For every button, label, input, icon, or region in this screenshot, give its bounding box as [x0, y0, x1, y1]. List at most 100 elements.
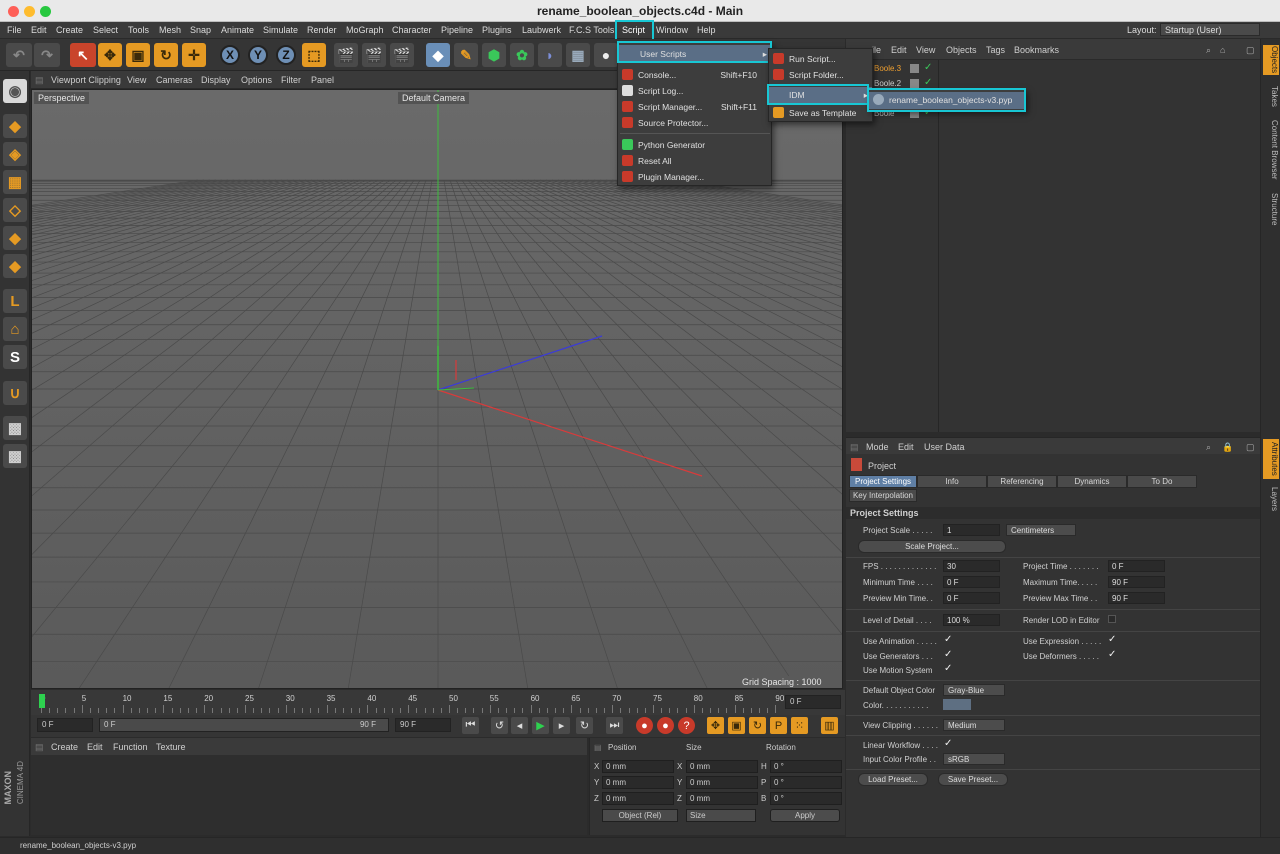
object-visibility-icon[interactable]	[910, 79, 919, 88]
coordinate-system-icon[interactable]: ⬚	[302, 43, 326, 67]
snapping-icon[interactable]: ∪	[3, 381, 27, 405]
apply-button[interactable]: Apply	[770, 809, 840, 822]
menu-select[interactable]: Select	[93, 25, 118, 35]
tab-info[interactable]: Info	[917, 475, 987, 488]
viewport-menu-display[interactable]: Display	[201, 75, 231, 85]
recent-tool-icon[interactable]: ✛	[182, 43, 206, 67]
menu-item-run-script[interactable]: Run Script...	[769, 51, 872, 67]
next-key-icon[interactable]: ↻	[576, 717, 593, 734]
key-pla-icon[interactable]: ⁙	[791, 717, 808, 734]
camera-label[interactable]: Default Camera	[398, 92, 470, 104]
workplane-mode-icon[interactable]: ▦	[3, 170, 27, 194]
object-name[interactable]: Boole.2	[874, 79, 901, 88]
texture-mode-icon[interactable]: ◈	[3, 142, 27, 166]
menu-file[interactable]: File	[7, 25, 22, 35]
menu-character[interactable]: Character	[392, 25, 432, 35]
timeline-ruler[interactable]: 051015202530354045505560657075808590 0 F	[31, 690, 845, 715]
tab-to-do[interactable]: To Do	[1127, 475, 1197, 488]
y-axis-toggle[interactable]: Y	[246, 43, 270, 67]
key-position-icon[interactable]: ✥	[707, 717, 724, 734]
attr-new-window-icon[interactable]: ▢	[1246, 442, 1255, 453]
fps-field[interactable]: 30	[943, 560, 1000, 572]
menu-mograph[interactable]: MoGraph	[346, 25, 384, 35]
linear-workflow-checkbox[interactable]: ✓	[944, 739, 954, 749]
preview-max-field[interactable]: 90 F	[1108, 592, 1165, 604]
menu-item-save-as-template[interactable]: Save as Template	[769, 105, 872, 121]
menu-help[interactable]: Help	[697, 25, 716, 35]
pen-spline-icon[interactable]: ✎	[454, 43, 478, 67]
redo-button[interactable]: ↷	[34, 43, 60, 67]
material-menu-create[interactable]: Create	[51, 742, 78, 752]
tab-referencing[interactable]: Referencing	[987, 475, 1057, 488]
go-to-start-icon[interactable]: ⏮	[462, 717, 479, 734]
viewport-menu-panel[interactable]: Panel	[311, 75, 334, 85]
menu-fcs-tools[interactable]: F.C.S Tools	[569, 25, 614, 35]
color-swatch[interactable]	[943, 699, 971, 710]
key-rotation-icon[interactable]: ↻	[749, 717, 766, 734]
move-tool-icon[interactable]: ✥	[98, 43, 122, 67]
z-axis-toggle[interactable]: Z	[274, 43, 298, 67]
default-color-dropdown[interactable]: Gray-Blue	[943, 684, 1005, 696]
object-enabled-check-icon[interactable]: ✓	[924, 62, 932, 73]
object-menu-objects[interactable]: Objects	[946, 45, 977, 55]
menu-snap[interactable]: Snap	[190, 25, 211, 35]
menu-simulate[interactable]: Simulate	[263, 25, 298, 35]
key-scale-icon[interactable]: ▣	[728, 717, 745, 734]
menu-tools[interactable]: Tools	[128, 25, 149, 35]
points-mode-icon[interactable]: ◇	[3, 198, 27, 222]
solo-mode-icon[interactable]: S	[3, 345, 27, 369]
min-time-field[interactable]: 0 F	[943, 576, 1000, 588]
playhead[interactable]	[39, 694, 45, 708]
tab-objects[interactable]: Objects	[1263, 45, 1279, 75]
range-slider[interactable]: 0 F 90 F	[99, 718, 389, 732]
live-selection-icon[interactable]: ↖	[70, 43, 96, 67]
attr-lock-icon[interactable]: 🔒	[1222, 442, 1233, 453]
object-home-icon[interactable]: ⌂	[1220, 45, 1225, 55]
menu-plugins[interactable]: Plugins	[482, 25, 512, 35]
menu-item-script-manager[interactable]: Script Manager... Shift+F11	[618, 99, 771, 115]
material-menu-function[interactable]: Function	[113, 742, 148, 752]
make-editable-icon[interactable]: ◉	[3, 79, 27, 103]
viewport-menu-cameras[interactable]: Cameras	[156, 75, 193, 85]
object-menu-bookmarks[interactable]: Bookmarks	[1014, 45, 1059, 55]
tab-takes[interactable]: Takes	[1263, 83, 1279, 109]
input-profile-dropdown[interactable]: sRGB	[943, 753, 1005, 765]
object-new-window-icon[interactable]: ▢	[1246, 45, 1255, 56]
menu-mesh[interactable]: Mesh	[159, 25, 181, 35]
axis-mode-icon[interactable]: L	[3, 289, 27, 313]
scale-project-button[interactable]: Scale Project...	[858, 540, 1006, 553]
tab-attributes[interactable]: Attributes	[1263, 439, 1279, 479]
lod-field[interactable]: 100 %	[943, 614, 1000, 626]
play-icon[interactable]: ▶	[532, 717, 549, 734]
rotate-tool-icon[interactable]: ↻	[154, 43, 178, 67]
object-search-icon[interactable]: ⌕	[1206, 45, 1211, 56]
attr-search-icon[interactable]: ⌕	[1206, 442, 1211, 453]
use-expression-checkbox[interactable]: ✓	[1108, 635, 1118, 645]
render-settings-icon[interactable]: 🎬	[390, 43, 414, 67]
menu-item-python-generator[interactable]: Python Generator	[618, 137, 771, 153]
viewport-menu-clipping[interactable]: Viewport Clipping	[51, 75, 121, 85]
menu-item-script-log[interactable]: Script Log...	[618, 83, 771, 99]
tab-structure[interactable]: Structure	[1263, 189, 1279, 229]
pos-x-field[interactable]: 0 mm	[602, 760, 674, 773]
menu-animate[interactable]: Animate	[221, 25, 254, 35]
menu-edit[interactable]: Edit	[31, 25, 47, 35]
view-clipping-dropdown[interactable]: Medium	[943, 719, 1005, 731]
workplane-lock-icon[interactable]: ▩	[3, 416, 27, 440]
viewport-menu-options[interactable]: Options	[241, 75, 272, 85]
project-scale-field[interactable]: 1	[943, 524, 1000, 536]
material-manager-area[interactable]	[31, 755, 587, 835]
size-y-field[interactable]: 0 mm	[686, 776, 758, 789]
object-row-boole-3[interactable]: Boole.3 ✓	[846, 62, 1260, 77]
start-frame-field[interactable]: 0 F	[37, 718, 93, 732]
menu-item-plugin-manager[interactable]: Plugin Manager...	[618, 169, 771, 185]
tab-content-browser[interactable]: Content Browser	[1263, 115, 1279, 185]
material-menu-texture[interactable]: Texture	[156, 742, 186, 752]
next-frame-icon[interactable]: ▸	[553, 717, 570, 734]
object-menu-edit[interactable]: Edit	[891, 45, 907, 55]
camera-icon[interactable]: ●	[594, 43, 618, 67]
object-visibility-icon[interactable]	[910, 64, 919, 73]
object-menu-view[interactable]: View	[916, 45, 935, 55]
go-to-end-icon[interactable]: ⏭	[606, 717, 623, 734]
menu-laubwerk[interactable]: Laubwerk	[522, 25, 561, 35]
